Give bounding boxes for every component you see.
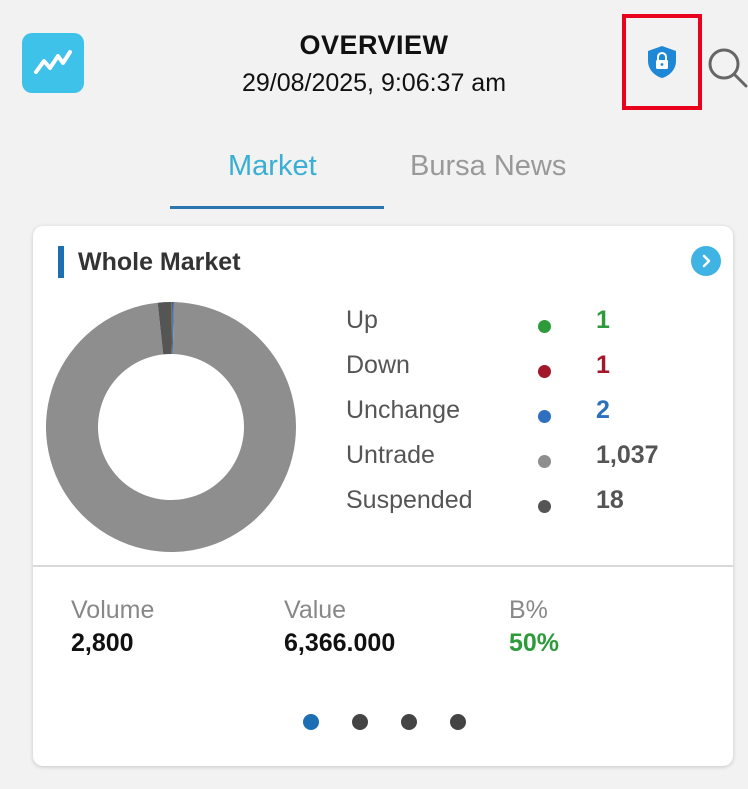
card-title: Whole Market bbox=[78, 247, 241, 276]
legend-item-unchange: Unchange 2 bbox=[346, 392, 726, 432]
legend-dot bbox=[538, 320, 551, 333]
tab-bar: Market Bursa News bbox=[0, 140, 748, 210]
divider bbox=[33, 565, 733, 567]
search-button[interactable] bbox=[704, 44, 748, 88]
legend-item-suspended: Suspended 18 bbox=[346, 482, 726, 522]
value-value: 6,366.000 bbox=[284, 629, 396, 657]
legend-value: 2 bbox=[596, 396, 610, 424]
more-button[interactable] bbox=[691, 246, 721, 276]
legend-label: Down bbox=[346, 351, 410, 379]
chevron-right-icon bbox=[702, 254, 711, 268]
legend-value: 1,037 bbox=[596, 441, 659, 469]
legend-label: Up bbox=[346, 306, 378, 334]
page-dot[interactable] bbox=[352, 714, 368, 730]
legend-value: 18 bbox=[596, 486, 624, 514]
volume-label: Volume bbox=[71, 596, 155, 624]
page-dot[interactable] bbox=[450, 714, 466, 730]
legend-dot bbox=[538, 365, 551, 378]
legend-label: Suspended bbox=[346, 486, 473, 514]
search-icon bbox=[708, 48, 748, 88]
buy-percent-label: B% bbox=[509, 596, 548, 624]
legend-value: 1 bbox=[596, 351, 610, 379]
volume-value: 2,800 bbox=[71, 629, 134, 657]
value-stat: Value 6,366.000 bbox=[284, 596, 395, 658]
legend-dot bbox=[538, 455, 551, 468]
page-indicator bbox=[295, 711, 475, 731]
legend-label: Unchange bbox=[346, 396, 460, 424]
header: OVERVIEW 29/08/2025, 9:06:37 am bbox=[0, 0, 748, 120]
buy-percent-stat: B% 50% bbox=[509, 596, 559, 658]
market-donut-chart bbox=[46, 302, 296, 552]
tab-bursa-news[interactable]: Bursa News bbox=[410, 150, 566, 183]
page-dot[interactable] bbox=[401, 714, 417, 730]
active-tab-indicator bbox=[170, 206, 384, 209]
security-button[interactable] bbox=[622, 14, 702, 110]
legend-label: Untrade bbox=[346, 441, 435, 469]
legend-item-untrade: Untrade 1,037 bbox=[346, 437, 726, 477]
whole-market-card: Whole Market Up 1 Down 1 Unchange 2 Untr… bbox=[33, 226, 733, 766]
card-header: Whole Market bbox=[58, 246, 241, 278]
legend-dot bbox=[538, 410, 551, 423]
accent-bar bbox=[58, 246, 64, 278]
tab-market[interactable]: Market bbox=[228, 150, 317, 183]
legend-item-down: Down 1 bbox=[346, 347, 726, 387]
page-dot[interactable] bbox=[303, 714, 319, 730]
buy-percent-value: 50% bbox=[509, 629, 560, 657]
legend-item-up: Up 1 bbox=[346, 302, 726, 342]
legend-dot bbox=[538, 500, 551, 513]
shield-lock-icon bbox=[648, 46, 676, 78]
value-label: Value bbox=[284, 596, 347, 624]
legend-value: 1 bbox=[596, 306, 610, 334]
volume-stat: Volume 2,800 bbox=[71, 596, 154, 658]
